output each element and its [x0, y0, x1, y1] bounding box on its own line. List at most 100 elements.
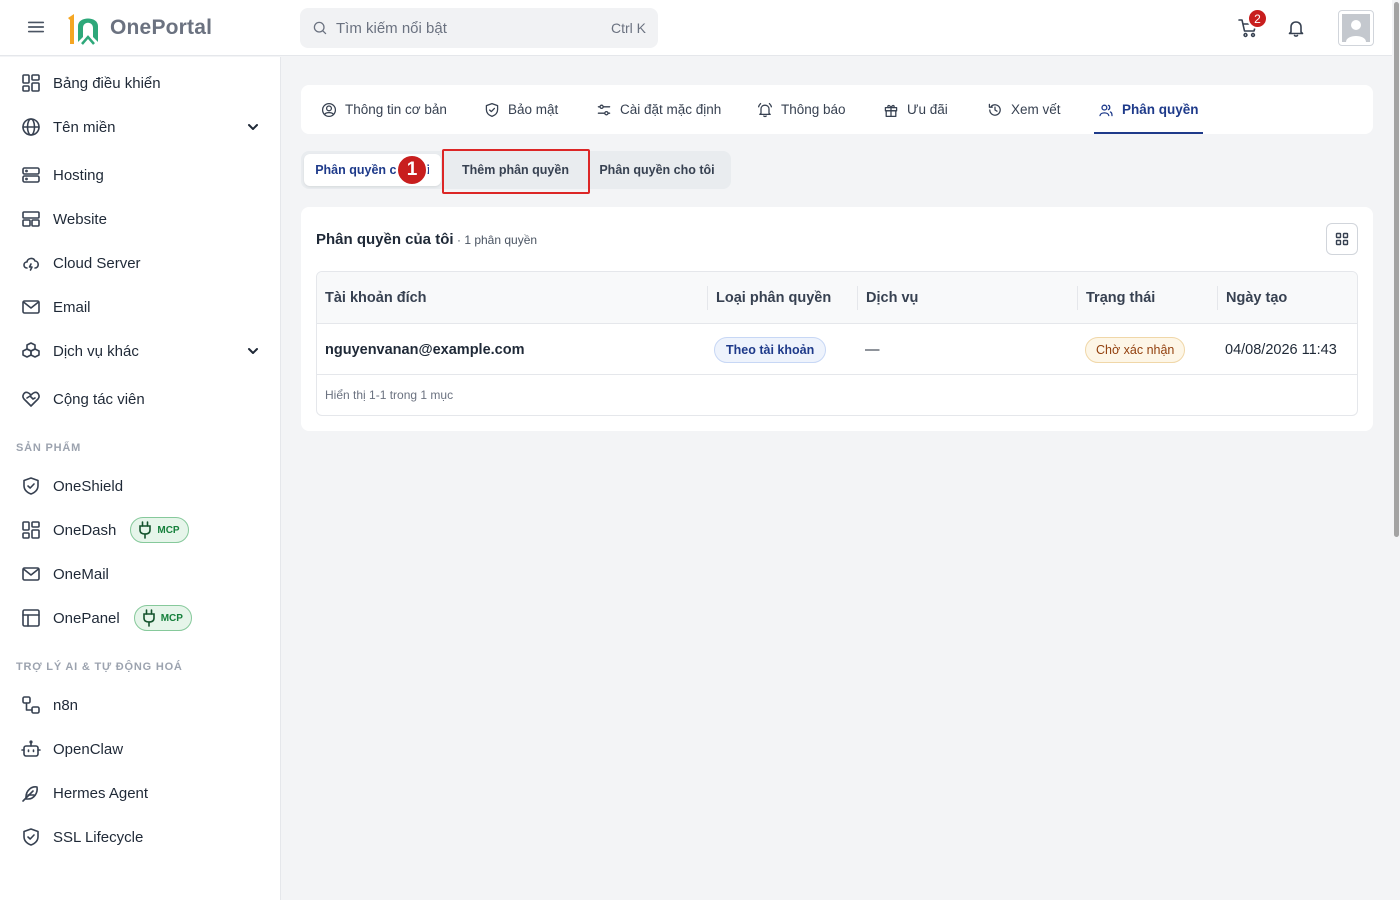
notifications-button[interactable]: [1286, 18, 1306, 38]
tab-permissions[interactable]: Phân quyền: [1094, 85, 1203, 134]
sidebar-item-other-services[interactable]: Dịch vụ khác: [0, 331, 281, 371]
bell-icon: [1288, 21, 1304, 37]
sidebar-item-n8n[interactable]: n8n: [0, 685, 281, 725]
column-header-service[interactable]: Dịch vụ: [857, 286, 918, 310]
view-toggle-button[interactable]: [1326, 223, 1358, 255]
tab-label: Cài đặt mặc định: [620, 102, 722, 117]
tab-basic-info[interactable]: Thông tin cơ bản: [321, 85, 447, 134]
column-header-created-date[interactable]: Ngày tạo: [1217, 286, 1287, 310]
chevron-down-icon: [248, 348, 258, 354]
table-pagination-info: Hiển thị 1-1 trong 1 mục: [325, 388, 454, 402]
cart-count-badge: 2: [1247, 8, 1268, 29]
mcp-badge-label: MCP: [157, 524, 180, 536]
mcp-badge: MCP: [130, 517, 189, 543]
user-circle-icon: [321, 102, 337, 117]
section-title-ai: TRỢ LÝ AI & TỰ ĐỘNG HOÁ: [16, 661, 183, 673]
tab-security[interactable]: Bảo mật: [484, 85, 558, 134]
tab-label: Xem vết: [1011, 102, 1061, 117]
feather-icon: [22, 786, 38, 802]
sidebar-item-label: OneDash: [53, 521, 117, 539]
cell-status: Chờ xác nhận: [1085, 324, 1186, 375]
user-avatar[interactable]: [1338, 10, 1374, 46]
tab-default-settings[interactable]: Cài đặt mặc định: [596, 85, 721, 134]
bot-icon: [21, 740, 41, 757]
sidebar-item-onedash[interactable]: OneDash MCP: [0, 510, 281, 550]
sidebar-item-onepanel[interactable]: OnePanel MCP: [0, 598, 281, 638]
sidebar-item-ssl-lifecycle[interactable]: SSL Lifecycle: [0, 817, 281, 857]
cloud-icon: [23, 257, 39, 271]
tab-label: Thông báo: [781, 102, 846, 117]
handshake-heart-icon: [22, 391, 40, 407]
cell-created-date: 04/08/2026 11:43: [1225, 341, 1337, 358]
history-icon: [988, 103, 1001, 116]
cell-target-account: nguyenvanan@example.com: [325, 341, 525, 358]
search-box[interactable]: Ctrl K: [300, 8, 658, 48]
sidebar-item-label: Dịch vụ khác: [53, 342, 139, 360]
search-input[interactable]: [336, 19, 611, 37]
sidebar-item-label: Tên miền: [53, 118, 116, 136]
sidebar-item-label: Hermes Agent: [53, 784, 149, 802]
tab-label: Phân quyền: [1122, 102, 1199, 117]
sidebar-item-email[interactable]: Email: [0, 287, 281, 327]
sidebar-item-label: Cloud Server: [53, 254, 141, 272]
panel-icon: [22, 609, 40, 627]
permission-count: · 1 phân quyền: [457, 233, 538, 247]
search-shortcut-hint: Ctrl K: [611, 20, 646, 36]
server-icon: [22, 167, 40, 183]
column-header-status[interactable]: Trạng thái: [1077, 286, 1155, 310]
logo-mark-icon: [68, 14, 100, 45]
tab-offers[interactable]: Ưu đãi: [883, 85, 948, 134]
sidebar-item-affiliates[interactable]: Cộng tác viên: [0, 379, 281, 419]
bell-ring-icon: [757, 102, 773, 117]
globe-icon: [22, 118, 40, 136]
boxes-icon: [22, 342, 40, 358]
column-header-target-account[interactable]: Tài khoản đích: [317, 272, 427, 324]
sidebar-item-website[interactable]: Website: [0, 199, 281, 239]
plug-icon: [142, 609, 155, 627]
tab-label: Thông tin cơ bản: [345, 102, 447, 117]
permissions-table: Tài khoản đích Loại phân quyền Dịch vụ T…: [316, 271, 1358, 416]
chevron-down-icon: [248, 124, 258, 130]
step-marker-badge: 1: [396, 154, 428, 186]
mail-icon: [22, 300, 40, 314]
table-row[interactable]: nguyenvanan@example.com Theo tài khoản —…: [317, 324, 1357, 375]
sidebar-item-onemail[interactable]: OneMail: [0, 554, 281, 594]
shield-icon: [23, 477, 39, 495]
subtab-permissions-for-me[interactable]: Phân quyền cho tôi: [589, 151, 725, 189]
menu-toggle-button[interactable]: [26, 17, 48, 39]
search-icon: [313, 21, 327, 35]
sidebar-item-hosting[interactable]: Hosting: [0, 155, 281, 195]
sidebar-item-openclaw[interactable]: OpenClaw: [0, 729, 281, 769]
sidebar-item-label: OnePanel: [53, 609, 120, 627]
tab-label: Ưu đãi: [907, 102, 948, 117]
sidebar: Bảng điều khiển Tên miền Hosting Website…: [0, 57, 281, 900]
users-icon: [1099, 104, 1113, 116]
sidebar-item-label: Email: [53, 298, 91, 316]
top-header: OnePortal Ctrl K 2: [0, 0, 1400, 56]
tab-activity-log[interactable]: Xem vết: [987, 85, 1061, 134]
sidebar-item-hermes-agent[interactable]: Hermes Agent: [0, 773, 281, 813]
permission-type-badge: Theo tài khoản: [714, 336, 827, 363]
sidebar-item-label: Hosting: [53, 166, 104, 184]
section-title-products: SẢN PHẨM: [16, 442, 82, 454]
sidebar-item-label: n8n: [53, 696, 79, 714]
tab-label: Bảo mật: [508, 102, 559, 117]
sidebar-item-dashboard[interactable]: Bảng điều khiển: [0, 63, 281, 103]
workflow-icon: [22, 696, 40, 714]
dashboard-icon: [22, 74, 40, 92]
page-scrollbar-thumb[interactable]: [1394, 2, 1399, 537]
permission-subtabs: Phân quyền của tôi Thêm phân quyền Phân …: [301, 151, 731, 189]
sidebar-item-oneshield[interactable]: OneShield: [0, 466, 281, 506]
sidebar-item-domains[interactable]: Tên miền: [0, 107, 281, 147]
column-header-permission-type[interactable]: Loại phân quyền: [707, 286, 831, 310]
hamburger-icon: [27, 21, 45, 33]
mcp-badge: MCP: [133, 605, 192, 631]
subtab-add-permission[interactable]: Thêm phân quyền: [444, 151, 587, 189]
brand-logo[interactable]: OnePortal: [64, 10, 212, 46]
shield-check-icon: [23, 828, 39, 846]
table-header: Tài khoản đích Loại phân quyền Dịch vụ T…: [317, 272, 1357, 324]
sidebar-item-cloud-server[interactable]: Cloud Server: [0, 243, 281, 283]
plug-icon: [139, 521, 152, 539]
tab-notifications[interactable]: Thông báo: [757, 85, 846, 134]
gift-icon: [884, 104, 898, 117]
